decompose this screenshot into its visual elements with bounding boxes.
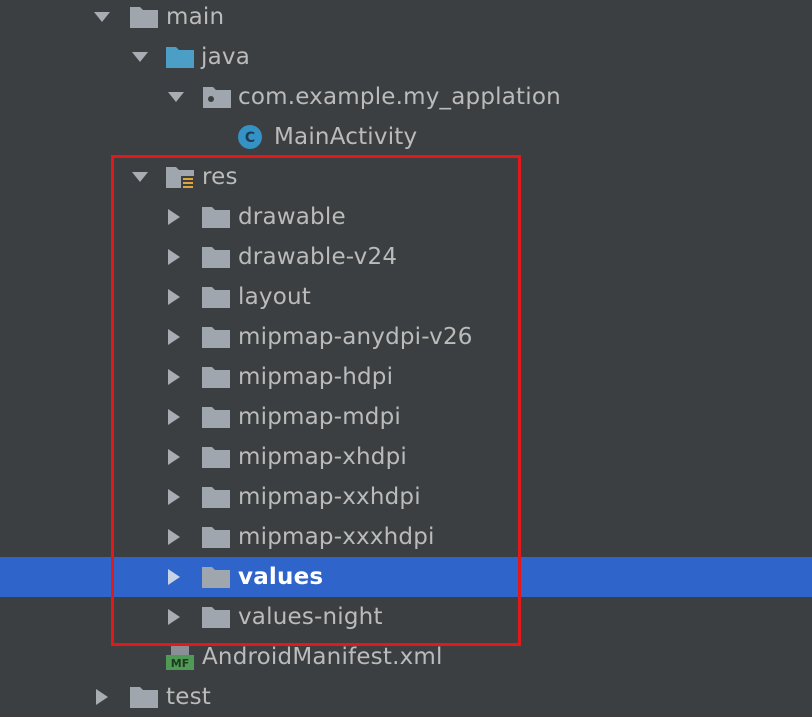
tree-node-folder[interactable]: mipmap-hdpi — [0, 357, 812, 397]
collapsed-arrow-icon[interactable] — [93, 688, 111, 706]
folder-icon — [201, 245, 231, 269]
folder-icon — [129, 5, 159, 29]
tree-node-main[interactable]: main — [0, 0, 812, 37]
project-tree: main java com.example.my_applation C Mai… — [0, 0, 812, 714]
folder-icon — [201, 365, 231, 389]
tree-node-main-activity[interactable]: C MainActivity — [0, 117, 812, 157]
tree-node-label: layout — [238, 284, 311, 310]
tree-node-java[interactable]: java — [0, 37, 812, 77]
tree-node-folder-selected[interactable]: values — [0, 557, 812, 597]
manifest-badge: MF — [171, 657, 189, 670]
tree-node-manifest[interactable]: MF AndroidManifest.xml — [0, 637, 812, 677]
collapsed-arrow-icon[interactable] — [165, 488, 183, 506]
folder-icon — [201, 325, 231, 349]
tree-node-label: mipmap-mdpi — [238, 404, 401, 430]
tree-node-label: mipmap-xxxhdpi — [238, 524, 435, 550]
tree-node-folder[interactable]: values-night — [0, 597, 812, 637]
manifest-icon: MF — [165, 643, 195, 671]
tree-node-label: java — [201, 44, 250, 70]
tree-node-label: drawable-v24 — [238, 244, 398, 270]
folder-icon — [201, 405, 231, 429]
tree-node-folder[interactable]: drawable-v24 — [0, 237, 812, 277]
class-badge-letter: C — [245, 130, 255, 146]
tree-node-label: values-night — [238, 604, 383, 630]
expand-arrow-icon[interactable] — [131, 168, 149, 186]
tree-node-folder[interactable]: mipmap-xxhdpi — [0, 477, 812, 517]
folder-icon — [201, 605, 231, 629]
tree-node-label: mipmap-hdpi — [238, 364, 394, 390]
tree-node-label: mipmap-xxhdpi — [238, 484, 421, 510]
tree-node-folder[interactable]: mipmap-anydpi-v26 — [0, 317, 812, 357]
tree-node-folder[interactable]: layout — [0, 277, 812, 317]
tree-node-label: main — [166, 4, 225, 30]
tree-node-folder[interactable]: mipmap-mdpi — [0, 397, 812, 437]
tree-node-package[interactable]: com.example.my_applation — [0, 77, 812, 117]
collapsed-arrow-icon[interactable] — [165, 368, 183, 386]
folder-icon — [201, 565, 231, 589]
tree-node-label: com.example.my_applation — [238, 84, 561, 110]
tree-node-label: test — [166, 684, 211, 710]
tree-node-folder[interactable]: mipmap-xxxhdpi — [0, 517, 812, 557]
expand-arrow-icon[interactable] — [167, 88, 185, 106]
folder-icon — [201, 525, 231, 549]
tree-node-label: MainActivity — [274, 124, 418, 150]
tree-node-res[interactable]: res — [0, 157, 812, 197]
collapsed-arrow-icon[interactable] — [165, 208, 183, 226]
collapsed-arrow-icon[interactable] — [165, 408, 183, 426]
folder-icon — [201, 205, 231, 229]
tree-node-label: drawable — [238, 204, 346, 230]
folder-icon — [201, 445, 231, 469]
expand-arrow-icon[interactable] — [131, 48, 149, 66]
folder-icon — [201, 485, 231, 509]
tree-node-label: AndroidManifest.xml — [202, 644, 443, 670]
resource-folder-icon — [165, 165, 195, 190]
collapsed-arrow-icon[interactable] — [165, 248, 183, 266]
tree-node-label: values — [238, 564, 324, 590]
class-icon: C — [237, 124, 263, 150]
collapsed-arrow-icon[interactable] — [165, 448, 183, 466]
collapsed-arrow-icon[interactable] — [165, 608, 183, 626]
tree-node-label: res — [202, 164, 238, 190]
tree-node-test[interactable]: test — [0, 677, 812, 717]
collapsed-arrow-icon[interactable] — [165, 328, 183, 346]
source-folder-icon — [165, 45, 195, 69]
tree-node-label: mipmap-xhdpi — [238, 444, 407, 470]
expand-arrow-icon[interactable] — [93, 8, 111, 26]
collapsed-arrow-icon[interactable] — [165, 528, 183, 546]
tree-node-label: mipmap-anydpi-v26 — [238, 324, 473, 350]
package-icon — [202, 85, 232, 109]
collapsed-arrow-icon[interactable] — [165, 568, 183, 586]
tree-node-folder[interactable]: mipmap-xhdpi — [0, 437, 812, 477]
tree-node-folder[interactable]: drawable — [0, 197, 812, 237]
folder-icon — [201, 285, 231, 309]
folder-icon — [129, 685, 159, 709]
collapsed-arrow-icon[interactable] — [165, 288, 183, 306]
